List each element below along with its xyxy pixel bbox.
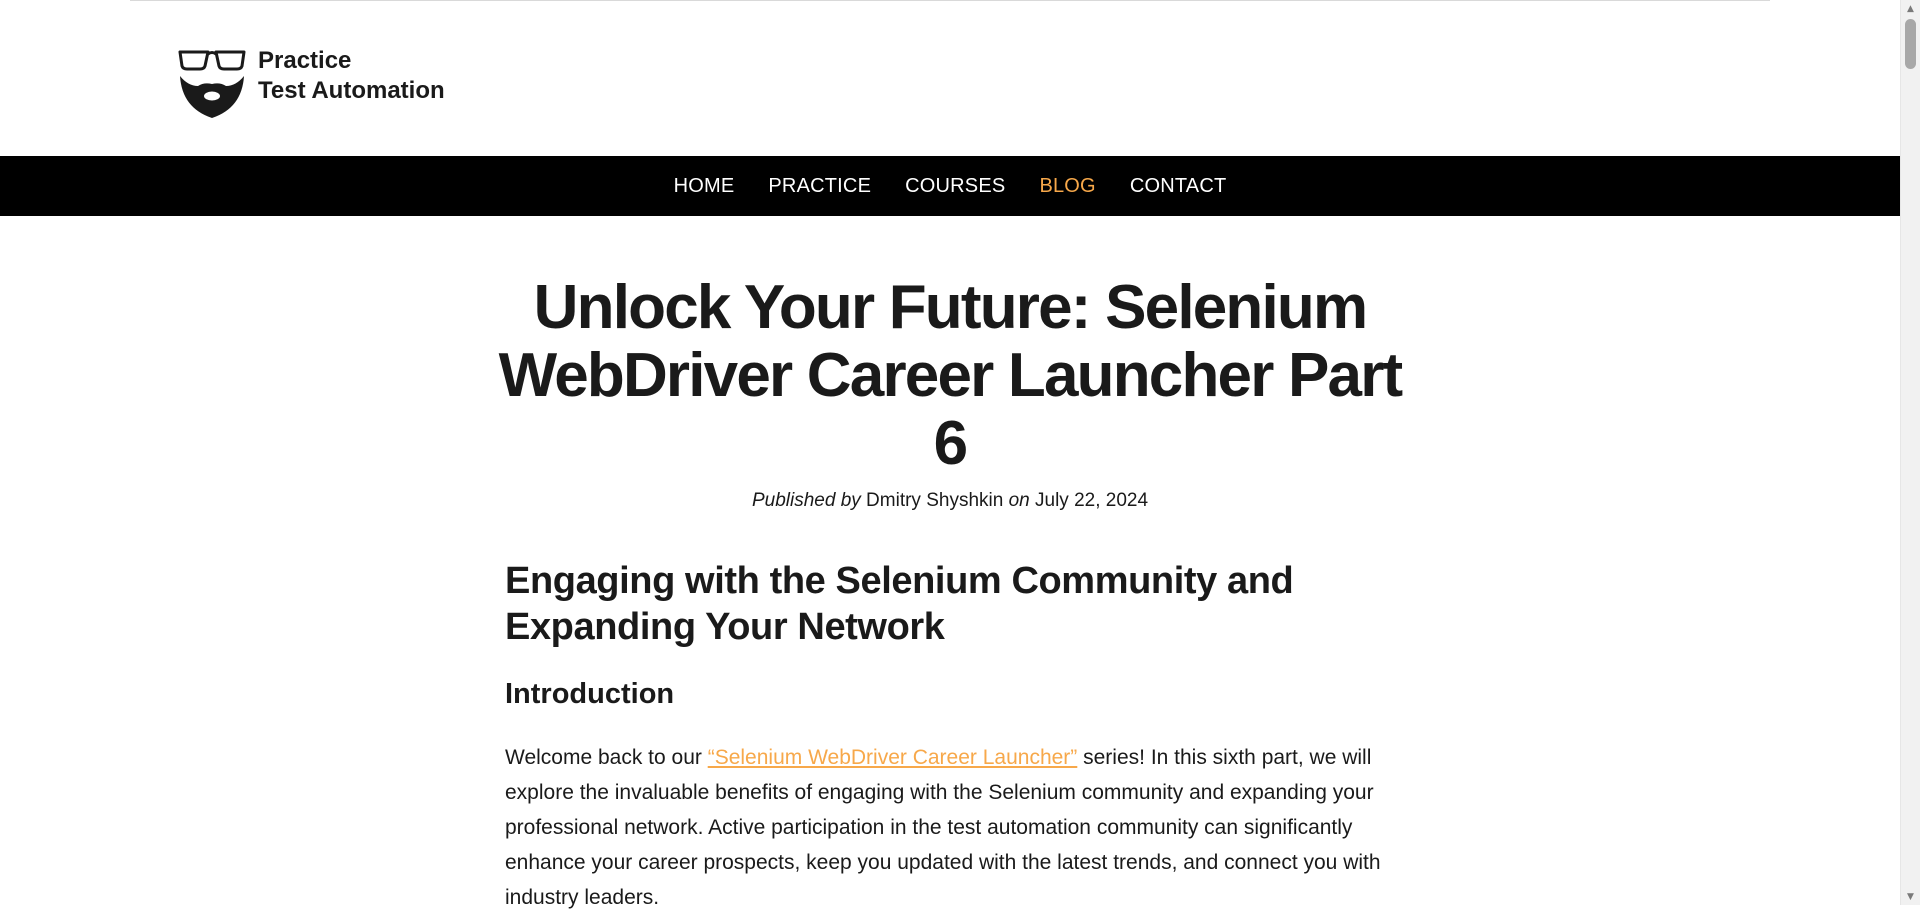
post-author: Dmitry Shyshkin	[866, 490, 1004, 511]
nav-item-blog[interactable]: BLOG	[1039, 175, 1095, 198]
logo-line-1: Practice	[258, 47, 352, 74]
on-label: on	[1008, 490, 1030, 511]
nav-item-contact[interactable]: CONTACT	[1130, 175, 1227, 198]
chevron-up-icon[interactable]: ▲	[1901, 0, 1920, 17]
page-scrollbar[interactable]: ▲ ▼	[1900, 0, 1920, 905]
nav-item-courses[interactable]: COURSES	[905, 175, 1005, 198]
introduction-heading: Introduction	[505, 678, 675, 710]
logo-line-2: Test Automation	[258, 77, 445, 104]
site-header: Practice Test Automation	[0, 0, 1900, 156]
section-heading: Engaging with the Selenium Community and…	[505, 560, 1294, 648]
post-date: July 22, 2024	[1035, 490, 1149, 511]
published-by-label: Published by	[751, 490, 861, 511]
intro-paragraph: Welcome back to our “Selenium WebDriver …	[505, 740, 1385, 915]
post-title: Unlock Your Future: Selenium WebDriver C…	[498, 273, 1404, 478]
site-logo-text: Practice Test Automation	[258, 46, 445, 106]
intro-text-before-link: Welcome back to our	[505, 746, 708, 769]
glasses-beard-logo-icon	[178, 50, 246, 118]
post-meta: Published by Dmitry Shyshkin on July 22,…	[480, 490, 1420, 512]
site-logo-link[interactable]: Practice Test Automation	[178, 46, 445, 120]
intro-text-after-link: series! In this sixth part, we will expl…	[505, 746, 1381, 909]
series-link[interactable]: “Selenium WebDriver Career Launcher”	[708, 746, 1078, 769]
main-navigation: HOME PRACTICE COURSES BLOG CONTACT	[0, 156, 1900, 216]
nav-item-practice[interactable]: PRACTICE	[768, 175, 871, 198]
nav-item-home[interactable]: HOME	[674, 175, 735, 198]
chevron-down-icon[interactable]: ▼	[1901, 888, 1920, 905]
scrollbar-thumb[interactable]	[1905, 19, 1916, 69]
article-content: Engaging with the Selenium Community and…	[505, 558, 1385, 915]
